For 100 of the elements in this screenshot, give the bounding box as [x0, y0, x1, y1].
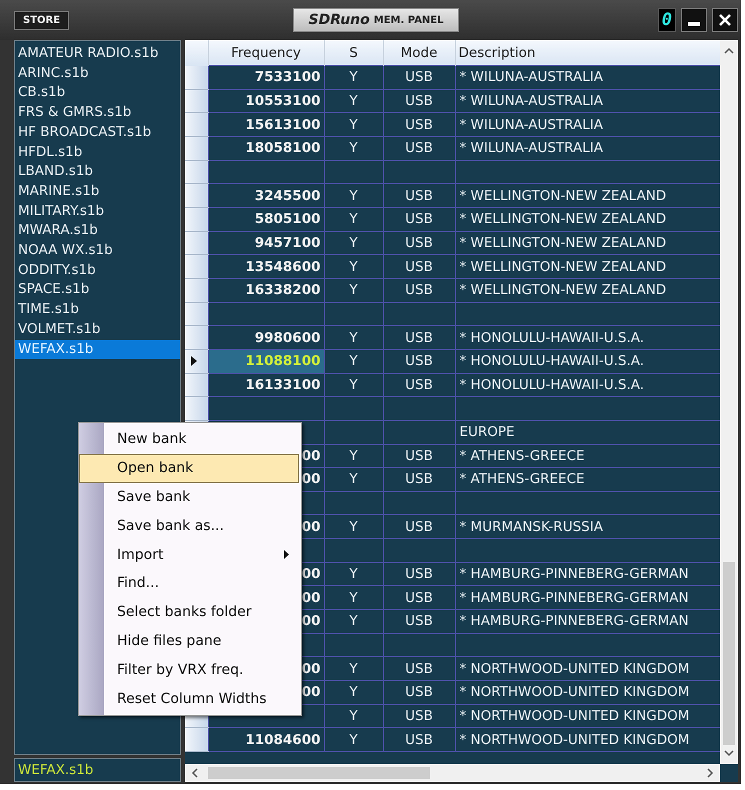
scroll-thumb[interactable]: [723, 562, 735, 745]
menu-item[interactable]: Save bank as...: [79, 511, 299, 540]
scroll-down-icon[interactable]: [724, 750, 734, 757]
file-item[interactable]: CB.s1b: [15, 83, 180, 104]
vertical-scrollbar[interactable]: [720, 40, 738, 764]
horizontal-scrollbar[interactable]: [185, 764, 720, 782]
table-cell: * ATHENS-GREECE: [460, 471, 585, 488]
table-cell: Y: [349, 660, 358, 677]
table-cell: * HAMBURG-PINNEBERG-GERMAN: [460, 590, 689, 606]
file-item[interactable]: VOLMET.s1b: [15, 320, 180, 340]
file-item[interactable]: MILITARY.s1b: [15, 202, 180, 222]
table-cell: Y: [349, 258, 358, 275]
table-cell: 11088100: [245, 353, 320, 370]
menu-item[interactable]: Hide files pane: [79, 626, 299, 656]
table-cell: * WELLINGTON-NEW ZEALAND: [460, 211, 666, 228]
menu-item[interactable]: Select banks folder: [79, 598, 299, 627]
table-cell: USB: [405, 732, 433, 748]
table-cell: * HAMBURG-PINNEBERG-GERMAN: [460, 613, 689, 630]
table-cell: USB: [405, 330, 433, 346]
column-header[interactable]: Description: [455, 40, 720, 66]
column-header[interactable]: S: [324, 40, 383, 66]
menu-item[interactable]: Filter by VRX freq.: [79, 655, 299, 684]
file-item[interactable]: MWARA.s1b: [15, 221, 180, 242]
file-item[interactable]: TIME.s1b: [15, 300, 180, 320]
table-cell: USB: [405, 448, 433, 464]
table-cell: USB: [405, 353, 433, 370]
table-cell: * NORTHWOOD-UNITED KINGDOM: [460, 708, 690, 724]
table-cell: 00: [302, 660, 320, 677]
table-cell: Y: [349, 566, 358, 582]
table-cell: 00: [302, 448, 320, 464]
table-cell: USB: [405, 708, 433, 724]
table-cell: * WILUNA-AUSTRALIA: [460, 69, 603, 86]
table-cell: 16338200: [245, 282, 320, 298]
minimize-button[interactable]: [681, 8, 707, 32]
table-cell: 5805100: [254, 211, 320, 228]
scroll-up-icon[interactable]: [724, 47, 734, 54]
table-cell: Y: [349, 282, 358, 298]
file-item[interactable]: WEFAX.s1b: [15, 340, 180, 360]
scroll-right-icon[interactable]: [707, 768, 714, 778]
table-cell: USB: [405, 140, 433, 156]
table-cell: 9457100: [254, 234, 320, 251]
table-cell: 7533100: [254, 69, 320, 86]
column-header[interactable]: Frequency: [208, 40, 324, 66]
table-cell: Y: [349, 732, 358, 748]
table-cell: Y: [349, 518, 358, 535]
table-cell: * HONOLULU-HAWAII-U.S.A.: [460, 353, 644, 370]
table-cell: 00: [302, 590, 320, 606]
table-cell: USB: [405, 211, 433, 228]
table-cell: * HONOLULU-HAWAII-U.S.A.: [460, 376, 644, 393]
current-file: WEFAX.s1b: [14, 758, 181, 782]
table-cell: 00: [302, 518, 320, 535]
table-cell: USB: [405, 69, 433, 86]
file-item[interactable]: FRS & GMRS.s1b: [15, 103, 180, 123]
scroll-left-icon[interactable]: [191, 768, 198, 778]
table-cell: 11084600: [245, 732, 320, 748]
menu-item[interactable]: Open bank: [79, 454, 299, 483]
menu-item[interactable]: Reset Column Widths: [79, 684, 299, 713]
table-cell: * WILUNA-AUSTRALIA: [460, 116, 603, 133]
table-cell: 13548600: [245, 258, 320, 275]
file-item[interactable]: HFDL.s1b: [15, 142, 180, 162]
menu-item[interactable]: Save bank: [79, 482, 299, 512]
file-item[interactable]: NOAA WX.s1b: [15, 241, 180, 261]
panel-title-button[interactable]: SDRuno MEM. PANEL: [293, 8, 459, 32]
menu-item[interactable]: New bank: [79, 425, 299, 454]
close-button[interactable]: [712, 8, 738, 32]
store-button[interactable]: STORE: [14, 10, 70, 30]
table-cell: * NORTHWOOD-UNITED KINGDOM: [460, 684, 690, 700]
table-cell: 10553100: [245, 92, 320, 109]
table-cell: USB: [405, 566, 433, 582]
file-item[interactable]: ARINC.s1b: [15, 64, 180, 84]
file-item[interactable]: ODDITY.s1b: [15, 260, 180, 280]
table-cell: * HAMBURG-PINNEBERG-GERMAN: [460, 566, 689, 582]
file-item[interactable]: HF BROADCAST.s1b: [15, 122, 180, 143]
table-cell: 00: [302, 613, 320, 630]
table-cell: USB: [405, 518, 433, 535]
file-item[interactable]: AMATEUR RADIO.s1b: [15, 44, 180, 64]
channel-digit: 0: [658, 8, 676, 32]
table-cell: Y: [349, 188, 358, 204]
menu-item[interactable]: Import: [79, 540, 299, 569]
column-header[interactable]: Mode: [383, 40, 455, 66]
scroll-thumb[interactable]: [208, 767, 430, 779]
close-icon: [718, 13, 732, 27]
table-cell: USB: [405, 116, 433, 133]
table-cell: * WELLINGTON-NEW ZEALAND: [460, 188, 666, 204]
table-cell: * NORTHWOOD-UNITED KINGDOM: [460, 660, 690, 677]
table-cell: Y: [349, 92, 358, 109]
table-cell: Y: [349, 140, 358, 156]
table-cell: 18058100: [245, 140, 320, 156]
menu-item[interactable]: Find...: [79, 568, 299, 598]
table-cell: * WILUNA-AUSTRALIA: [460, 140, 603, 156]
table-cell: USB: [405, 234, 433, 251]
table-cell: USB: [405, 282, 433, 298]
file-item[interactable]: MARINE.s1b: [15, 182, 180, 202]
table-cell: Y: [349, 330, 358, 346]
file-item[interactable]: LBAND.s1b: [15, 162, 180, 182]
table-cell: Y: [349, 448, 358, 464]
table-cell: 9980600: [254, 330, 320, 346]
table-cell: USB: [405, 613, 433, 630]
table-cell: Y: [349, 708, 358, 724]
file-item[interactable]: SPACE.s1b: [15, 280, 180, 300]
